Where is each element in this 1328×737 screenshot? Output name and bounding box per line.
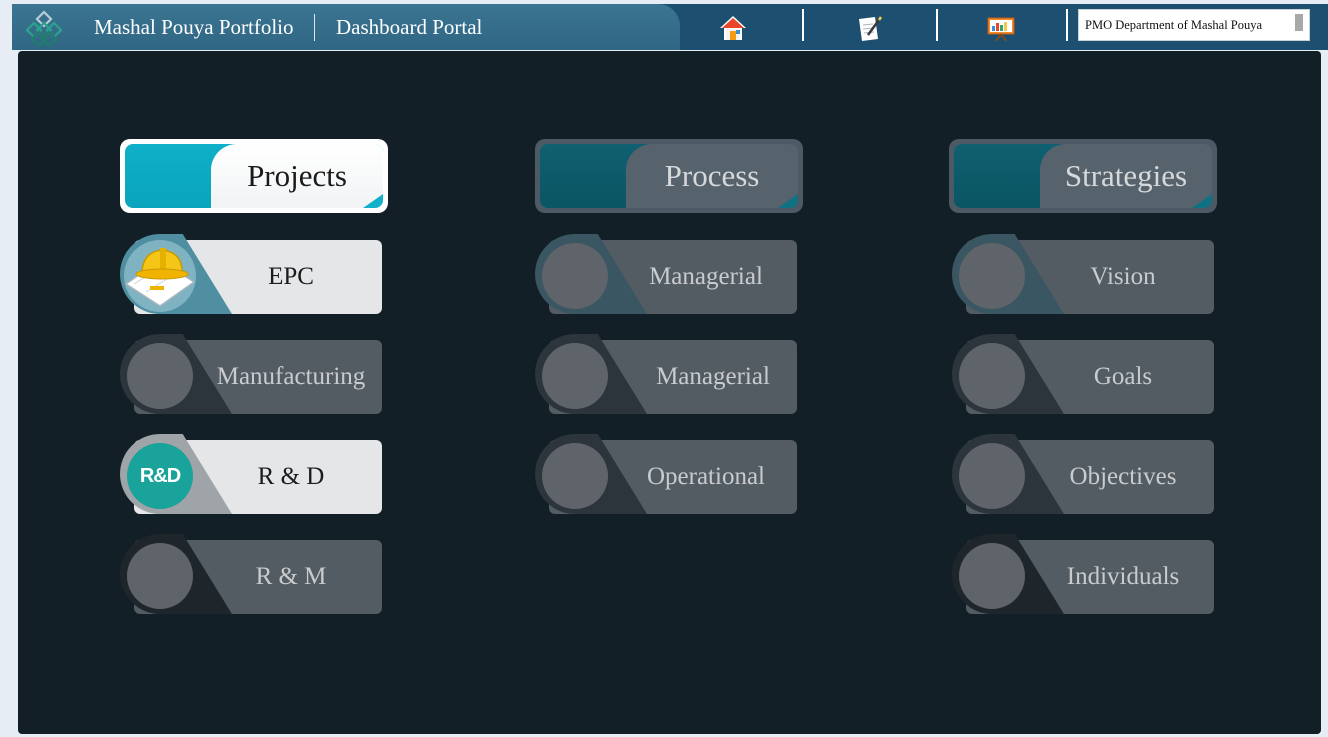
- top-header: Mashal Pouya Portfolio Dashboard Portal …: [12, 4, 1328, 50]
- button-placeholder-circle: [542, 243, 608, 309]
- portal-title: Dashboard Portal: [336, 15, 483, 39]
- button-managerial-label: Managerial: [649, 263, 763, 290]
- category-projects-label: Projects: [247, 158, 347, 193]
- department-selector[interactable]: PMO Department of Mashal Pouya: [1078, 9, 1310, 41]
- button-r-and-d[interactable]: R&D R & D: [120, 434, 382, 514]
- category-strategies-label: Strategies: [1064, 158, 1188, 193]
- edit-document-icon[interactable]: [854, 13, 884, 43]
- presentation-icon[interactable]: [986, 13, 1016, 43]
- button-placeholder-circle: [959, 243, 1025, 309]
- button-objectives-label: Objectives: [1069, 463, 1177, 490]
- category-strategies-inner: Strategies: [954, 144, 1212, 208]
- button-r-and-m[interactable]: R & M: [120, 534, 382, 614]
- rd-badge-icon: R&D: [127, 443, 193, 509]
- category-strategies[interactable]: Strategies: [949, 139, 1217, 213]
- button-placeholder-circle: [959, 543, 1025, 609]
- title-divider: [314, 14, 315, 41]
- button-vision-label: Vision: [1090, 263, 1156, 290]
- button-operational[interactable]: Operational: [535, 434, 797, 514]
- button-placeholder-circle: [542, 343, 608, 409]
- button-operational-label: Operational: [646, 463, 765, 490]
- button-managerial-2[interactable]: Managerial: [535, 334, 797, 414]
- category-corner-accent: [778, 194, 798, 208]
- app-title: Mashal Pouya Portfolio: [94, 15, 294, 39]
- construction-helmet-icon: [124, 240, 196, 312]
- department-label: PMO Department of Mashal Pouya: [1085, 18, 1263, 32]
- button-epc-label: EPC: [268, 263, 314, 290]
- button-epc[interactable]: EPC: [120, 234, 382, 314]
- button-goals-label: Goals: [1093, 363, 1153, 390]
- company-logo-icon: [25, 10, 63, 48]
- nav-divider: [936, 9, 938, 41]
- button-placeholder-circle: [959, 343, 1025, 409]
- category-corner-accent: [1192, 194, 1212, 208]
- home-icon[interactable]: [718, 13, 748, 43]
- button-managerial[interactable]: Managerial: [535, 234, 797, 314]
- category-process-inner: Process: [540, 144, 798, 208]
- button-vision[interactable]: Vision: [952, 234, 1214, 314]
- category-process[interactable]: Process: [535, 139, 803, 213]
- button-individuals[interactable]: Individuals: [952, 534, 1214, 614]
- button-managerial-2-label: Managerial: [656, 363, 770, 390]
- category-projects[interactable]: Projects: [120, 139, 388, 213]
- button-placeholder-circle: [127, 343, 193, 409]
- nav-divider: [1066, 9, 1068, 41]
- button-placeholder-circle: [542, 443, 608, 509]
- button-r-and-m-label: R & M: [255, 563, 327, 590]
- selector-scrollbar[interactable]: [1295, 14, 1303, 31]
- category-process-label: Process: [664, 158, 760, 193]
- button-manufacturing[interactable]: Manufacturing: [120, 334, 382, 414]
- nav-divider: [802, 9, 804, 41]
- button-manufacturing-label: Manufacturing: [216, 363, 366, 390]
- button-individuals-label: Individuals: [1066, 563, 1180, 590]
- header-title-area: Mashal Pouya Portfolio Dashboard Portal: [12, 4, 680, 50]
- button-objectives[interactable]: Objectives: [952, 434, 1214, 514]
- category-projects-inner: Projects: [125, 144, 383, 208]
- category-corner-accent: [363, 194, 383, 208]
- button-placeholder-circle: [127, 543, 193, 609]
- button-placeholder-circle: [959, 443, 1025, 509]
- button-goals[interactable]: Goals: [952, 334, 1214, 414]
- button-r-and-d-label: R & D: [257, 463, 325, 490]
